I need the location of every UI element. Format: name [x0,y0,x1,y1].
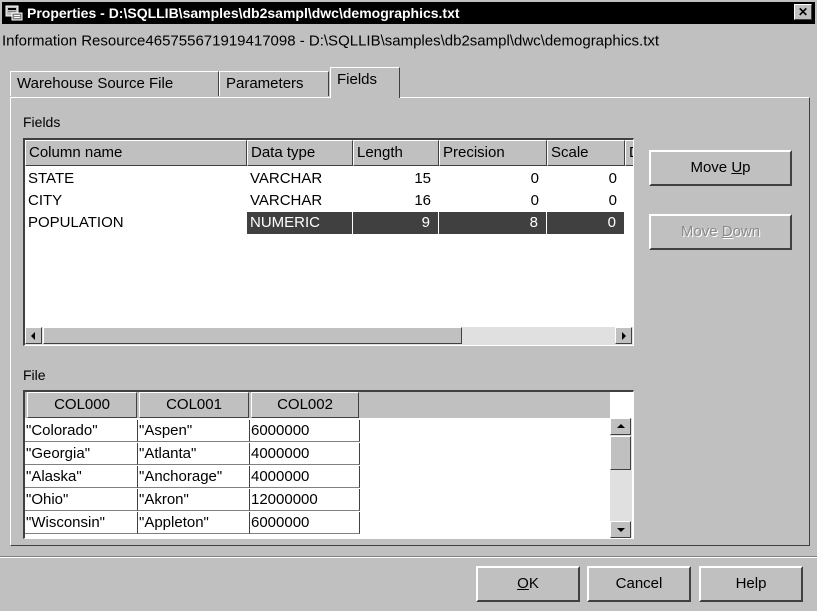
cancel-button[interactable]: Cancel [587,566,691,602]
cell-column-name: CITY [28,192,63,209]
cell-precision: 8 [439,212,547,234]
cell-length: 16 [414,192,431,209]
file-group-label: File [23,367,46,383]
column-header-truncated[interactable]: D [625,140,633,166]
file-cell: "Appleton" [138,512,250,534]
column-header-length[interactable]: Length [353,140,439,166]
move-up-label-end: p [742,159,751,176]
move-down-mnemonic: D [721,223,733,240]
information-resource-text: Information Resource465755671919417098 -… [2,32,660,50]
tab-warehouse-source-file[interactable]: Warehouse Source File [10,71,219,96]
move-down-button[interactable]: Move Down [649,214,792,250]
cell-scale: 0 [547,212,625,234]
properties-window: Properties - D:\SQLLIB\samples\db2sampl\… [0,0,817,611]
move-up-mnemonic: U [731,159,743,176]
arrow-right-icon [622,332,626,340]
file-cell: "Wisconsin" [25,512,138,534]
column-header-column-name[interactable]: Column name [25,140,247,166]
fields-table[interactable]: Column name Data type Length Precision S… [23,138,634,346]
file-cell: "Atlanta" [138,443,250,465]
cell-scale: 0 [608,170,617,187]
scroll-thumb[interactable] [43,327,462,344]
help-button[interactable]: Help [699,566,803,602]
cell-scale: 0 [608,192,617,209]
move-up-label: Move [690,159,732,176]
ok-button[interactable]: OK [476,566,580,602]
file-cell: "Aspen" [138,420,250,442]
tab-fields[interactable]: Fields [330,67,400,98]
file-cell: "Ohio" [25,489,138,511]
scroll-right-button[interactable] [615,327,632,344]
column-header-col000[interactable]: COL000 [27,392,137,418]
file-cell: 6000000 [250,512,360,534]
cell-length: 9 [353,212,439,234]
tab-parameters[interactable]: Parameters [219,71,329,96]
column-header-scale[interactable]: Scale [547,140,625,166]
separator [0,556,817,558]
column-header-precision[interactable]: Precision [439,140,547,166]
file-cell: 4000000 [250,466,360,488]
title-bar[interactable]: Properties - D:\SQLLIB\samples\db2sampl\… [2,2,815,24]
cell-column-name: POPULATION [28,214,124,231]
cell-data-type: VARCHAR [250,192,323,209]
move-up-button[interactable]: Move Up [649,150,792,186]
arrow-up-icon [617,424,625,428]
file-cell: "Anchorage" [138,466,250,488]
close-icon: ✕ [797,5,809,19]
table-row-selected[interactable]: POPULATION NUMERIC 9 8 0 [25,212,633,234]
table-row[interactable]: CITY VARCHAR 16 0 0 [25,190,633,212]
scroll-left-button[interactable] [25,327,42,344]
properties-app-icon [5,5,23,21]
window-title: Properties - D:\SQLLIB\samples\db2sampl\… [27,5,460,21]
cell-data-type: VARCHAR [250,170,323,187]
cell-precision: 0 [530,170,539,187]
column-header-col002[interactable]: COL002 [251,392,359,418]
ok-label: K [528,575,539,592]
cell-precision: 0 [530,192,539,209]
fields-group-label: Fields [23,114,61,130]
file-preview-table[interactable]: COL000 COL001 COL002 "Colorado" "Aspen" … [23,390,634,539]
column-header-col001[interactable]: COL001 [139,392,249,418]
cell-data-type: NUMERIC [247,212,353,234]
fields-horizontal-scrollbar[interactable] [25,327,633,345]
cell-length: 15 [414,170,431,187]
cell-column-name: STATE [28,170,75,187]
file-cell: 6000000 [250,420,360,442]
file-cell: "Georgia" [25,443,138,465]
ok-mnemonic: O [517,575,529,592]
file-cell: "Colorado" [25,420,138,442]
file-cell: "Akron" [138,489,250,511]
file-cell: 12000000 [250,489,360,511]
file-cell: "Alaska" [25,466,138,488]
table-row[interactable]: STATE VARCHAR 15 0 0 [25,168,633,190]
arrow-left-icon [31,332,35,340]
fields-table-header: Column name Data type Length Precision S… [25,140,633,166]
move-down-label-end: own [732,223,761,240]
scroll-up-button[interactable] [610,418,631,435]
file-cell: 4000000 [250,443,360,465]
move-down-label: Move [680,223,722,240]
arrow-down-icon [617,528,625,532]
column-header-data-type[interactable]: Data type [247,140,353,166]
close-button[interactable]: ✕ [794,4,812,20]
scroll-down-button[interactable] [610,521,631,538]
scroll-thumb[interactable] [610,436,631,470]
file-vertical-scrollbar[interactable] [610,418,632,538]
